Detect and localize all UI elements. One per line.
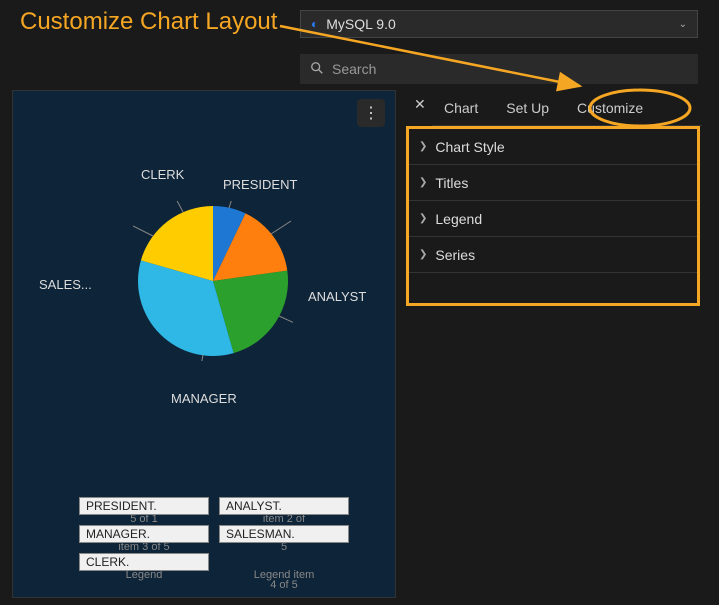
section-series[interactable]: ❯ Series <box>409 237 697 273</box>
chevron-right-icon: ❯ <box>419 177 427 188</box>
slice-label-salesman: SALES... <box>39 277 92 292</box>
chevron-right-icon: ❯ <box>419 213 427 224</box>
section-label: Series <box>435 247 475 263</box>
slice-label-analyst: ANALYST <box>308 289 366 304</box>
chevron-right-icon: ❯ <box>419 141 427 152</box>
section-chart-style[interactable]: ❯ Chart Style <box>409 129 697 165</box>
customize-sections: ❯ Chart Style ❯ Titles ❯ Legend ❯ Series <box>406 126 700 306</box>
database-icon: ◐ <box>311 17 318 31</box>
section-label: Legend <box>435 211 482 227</box>
section-legend[interactable]: ❯ Legend <box>409 201 697 237</box>
legend-caption: Legend <box>79 569 209 581</box>
tab-setup[interactable]: Set Up <box>504 96 551 120</box>
dots-vertical-icon: ⋮ <box>363 103 379 123</box>
legend-caption: 4 of 5 <box>219 579 349 591</box>
tab-chart[interactable]: Chart <box>442 96 480 120</box>
close-button[interactable]: ✕ <box>410 92 430 117</box>
chart-legend: PRESIDENT. ANALYST. 5 of 1 item 2 of MAN… <box>79 497 349 591</box>
annotation-title: Customize Chart Layout <box>20 8 277 36</box>
section-label: Titles <box>435 175 468 191</box>
chevron-down-icon: ⌄ <box>679 19 687 30</box>
slice-label-clerk: CLERK <box>141 167 184 182</box>
search-icon <box>310 61 324 78</box>
chevron-right-icon: ❯ <box>419 249 427 260</box>
legend-caption: item 2 of <box>219 513 349 525</box>
pie-svg <box>133 201 293 361</box>
pie-chart: PRESIDENT ANALYST MANAGER SALES... CLERK <box>63 171 353 451</box>
slice-label-manager: MANAGER <box>171 391 237 406</box>
connection-dropdown[interactable]: ◐ MySQL 9.0 ⌄ <box>300 10 698 38</box>
search-input[interactable]: Search <box>300 54 698 84</box>
customize-panel: ✕ Chart Set Up Customize ❯ Chart Style ❯… <box>404 90 702 598</box>
close-icon: ✕ <box>414 96 426 112</box>
chart-preview-panel: ⋮ PRESIDENT ANALYST MANAGER SALES... CLE… <box>12 90 396 598</box>
tab-customize[interactable]: Customize <box>575 96 645 120</box>
connection-label: MySQL 9.0 <box>326 16 396 32</box>
search-placeholder: Search <box>332 61 376 77</box>
legend-caption: 5 <box>219 541 349 553</box>
more-options-button[interactable]: ⋮ <box>357 99 385 127</box>
slice-label-president: PRESIDENT <box>223 177 297 192</box>
legend-caption: item 3 of 5 <box>79 541 209 553</box>
panel-tabs: Chart Set Up Customize <box>432 90 702 126</box>
section-titles[interactable]: ❯ Titles <box>409 165 697 201</box>
section-label: Chart Style <box>435 139 504 155</box>
legend-caption: 5 of 1 <box>79 513 209 525</box>
